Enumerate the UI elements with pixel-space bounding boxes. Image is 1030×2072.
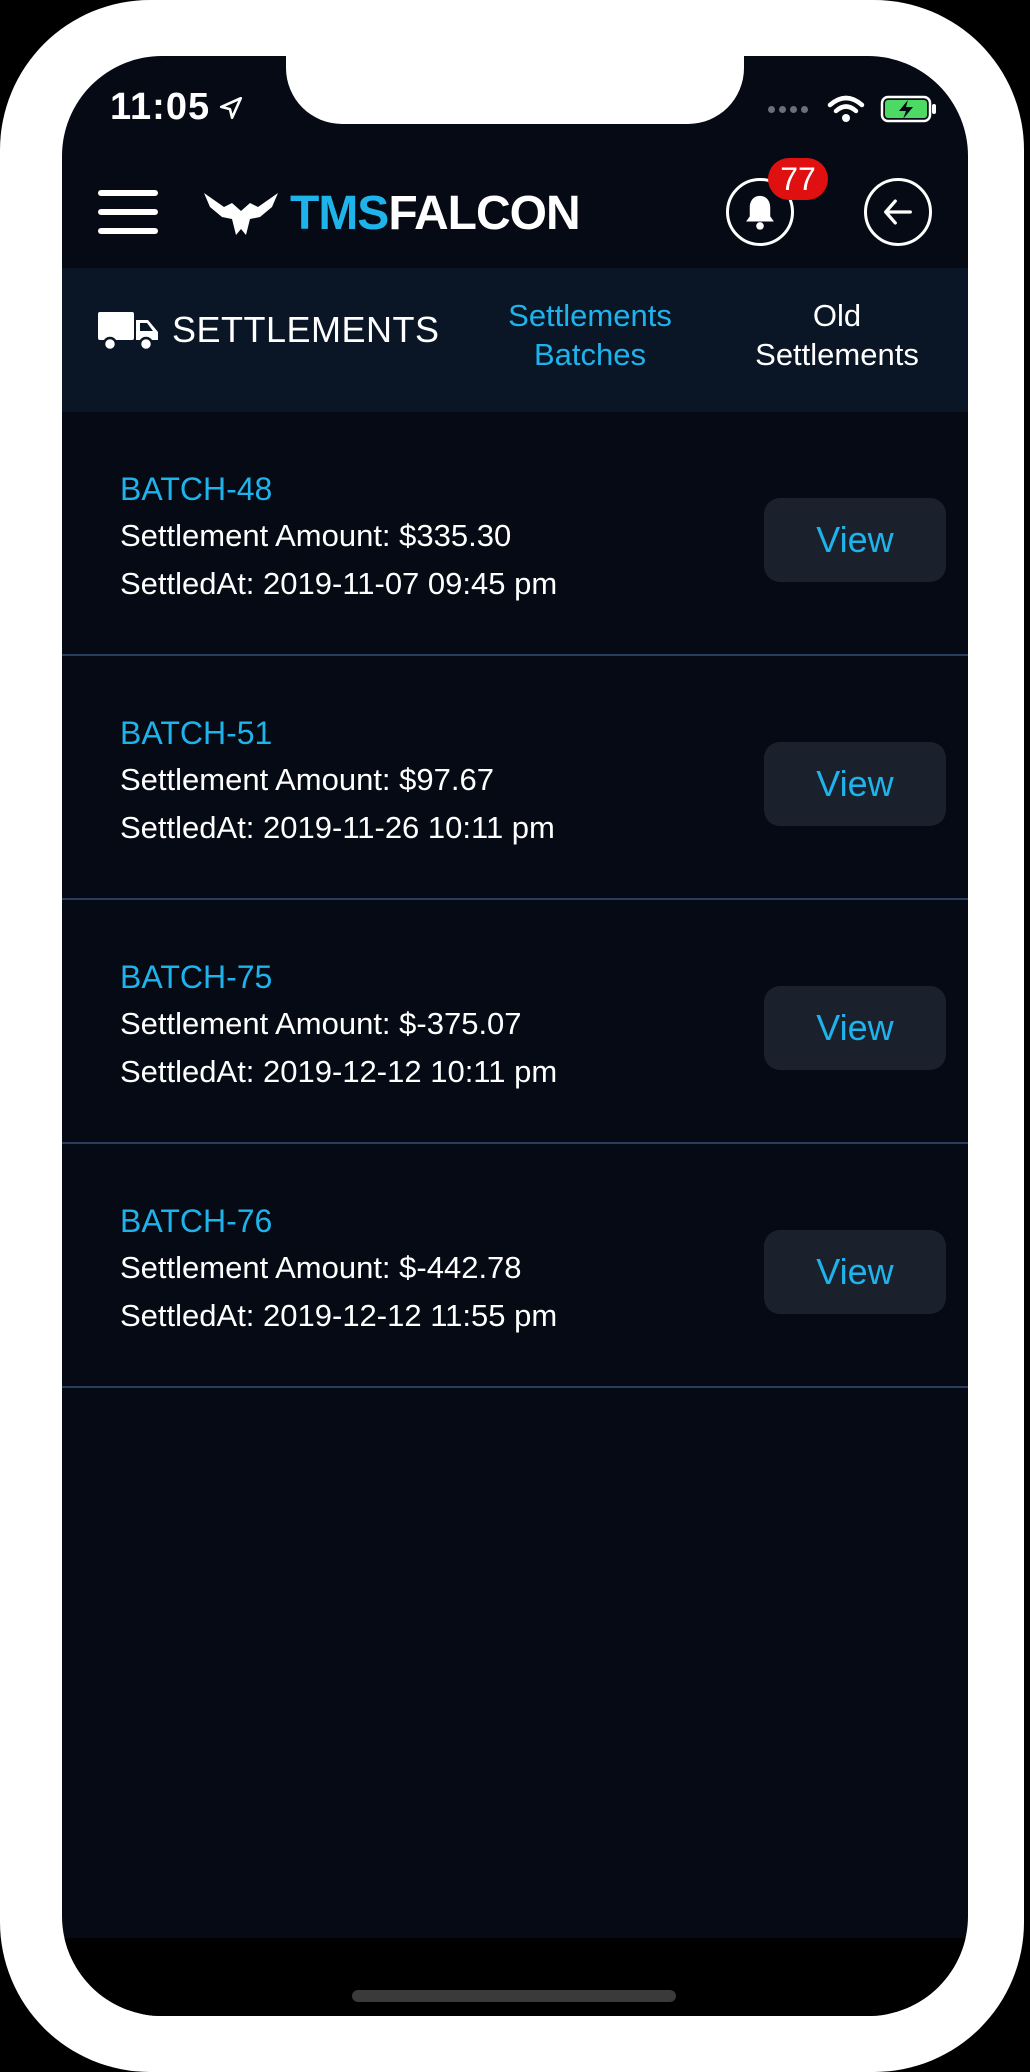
section-title-label: SETTLEMENTS [172,309,440,350]
tab-label-line: Settlements [755,337,919,372]
menu-icon[interactable] [98,190,158,234]
arrow-left-icon [884,199,912,225]
app-screen: 11:05 TMSFALCON 77 SETTLEMENTS Settlemen… [62,56,968,2016]
cell-signal-icon [768,100,812,118]
tab-old-settlements[interactable]: Old Settlements [722,296,952,374]
settled-at: SettledAt: 2019-12-12 10:11 pm [120,1054,558,1089]
falcon-logo-icon [204,192,278,235]
settlement-amount: Settlement Amount: $97.67 [120,762,494,797]
wifi-icon [827,95,865,122]
app-logo: TMSFALCON [202,186,581,241]
section-title: SETTLEMENTS [96,308,440,352]
batch-id: BATCH-75 [120,959,273,995]
batch-id: BATCH-48 [120,471,273,507]
settlement-amount: Settlement Amount: $-442.78 [120,1250,522,1285]
batch-id: BATCH-51 [120,715,273,751]
list-item: BATCH-51 Settlement Amount: $97.67 Settl… [62,656,968,900]
tab-label-line: Settlements [508,298,672,333]
side-button [0,392,8,528]
settled-at: SettledAt: 2019-11-07 09:45 pm [120,566,558,601]
side-button [0,566,8,702]
tab-settlements-batches[interactable]: Settlements Batches [480,296,700,374]
list-item: BATCH-75 Settlement Amount: $-375.07 Set… [62,900,968,1144]
notification-badge: 77 [768,158,828,200]
status-indicators [768,94,938,124]
batch-id: BATCH-76 [120,1203,273,1239]
bottom-safe-area [62,1938,968,2016]
status-time: 11:05 [110,86,244,129]
view-button[interactable]: View [764,742,946,826]
settled-at: SettledAt: 2019-11-26 10:11 pm [120,810,555,845]
truck-icon [98,312,158,352]
location-arrow-icon [220,96,243,119]
side-button [1016,436,1024,656]
status-time-text: 11:05 [110,86,211,128]
settlement-list: BATCH-48 Settlement Amount: $335.30 Sett… [62,412,968,1388]
settled-at: SettledAt: 2019-12-12 11:55 pm [120,1298,558,1333]
list-item: BATCH-48 Settlement Amount: $335.30 Sett… [62,412,968,656]
view-button[interactable]: View [764,498,946,582]
bell-icon [746,195,774,230]
tab-label-line: Old [812,298,862,333]
side-button [0,258,8,328]
settlement-amount: Settlement Amount: $-375.07 [120,1006,522,1041]
battery-charging-icon [880,95,936,123]
settlement-amount: Settlement Amount: $335.30 [120,518,512,553]
view-button[interactable]: View [764,1230,946,1314]
home-indicator[interactable] [352,1990,676,2002]
tab-bar: SETTLEMENTS Settlements Batches Old Sett… [62,268,968,412]
back-button[interactable] [864,178,932,246]
tab-label-line: Batches [533,337,646,372]
view-button[interactable]: View [764,986,946,1070]
device-notch [286,56,744,124]
list-item: BATCH-76 Settlement Amount: $-442.78 Set… [62,1144,968,1388]
logo-text: TMSFALCON [290,187,581,240]
